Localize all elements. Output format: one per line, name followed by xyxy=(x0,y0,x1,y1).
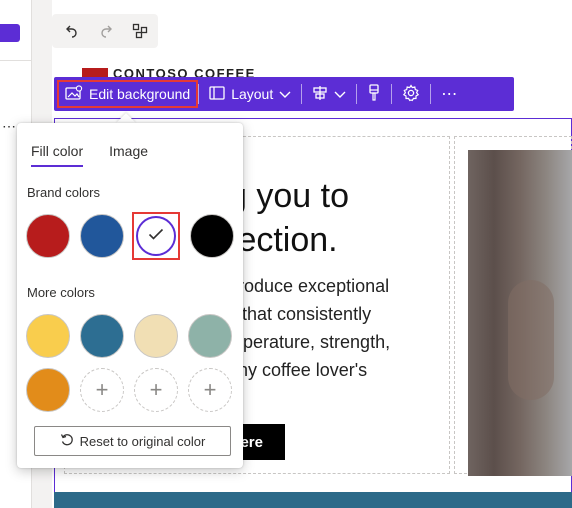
rail-divider xyxy=(0,60,32,61)
layout-label: Layout xyxy=(231,86,274,102)
brand-color-swatch-red[interactable] xyxy=(26,214,70,258)
edit-background-button[interactable]: Edit background xyxy=(57,80,199,108)
reset-icon xyxy=(60,433,74,450)
gear-icon xyxy=(402,83,420,105)
align-icon xyxy=(312,85,328,104)
align-button[interactable] xyxy=(302,77,356,111)
chevron-down-icon xyxy=(279,86,291,102)
plus-icon: + xyxy=(95,377,109,402)
more-icon: ⋯ xyxy=(441,86,459,103)
add-color-button[interactable]: + xyxy=(80,368,124,412)
plus-icon: + xyxy=(149,377,163,402)
brand-colors-label: Brand colors xyxy=(27,185,100,200)
more-color-swatch-orange[interactable] xyxy=(26,368,70,412)
brush-button[interactable] xyxy=(357,77,391,111)
redo-icon[interactable] xyxy=(92,17,120,45)
hero-title[interactable]: g you to fection. xyxy=(228,174,448,262)
section-toolbar: Edit background Layout ⋯ xyxy=(54,77,514,111)
add-color-button[interactable]: + xyxy=(188,368,232,412)
brush-icon xyxy=(367,83,381,105)
brand-color-swatch-blue[interactable] xyxy=(80,214,124,258)
reset-color-button[interactable]: Reset to original color xyxy=(34,426,231,456)
brand-color-swatch-black[interactable] xyxy=(190,214,234,258)
more-options-button[interactable]: ⋯ xyxy=(431,77,468,111)
rail-accent-button[interactable] xyxy=(0,24,20,42)
settings-button[interactable] xyxy=(392,77,430,111)
hero-body[interactable]: produce exceptional s that consistently … xyxy=(228,272,450,384)
chevron-down-icon xyxy=(334,86,346,102)
more-color-swatch-yellow[interactable] xyxy=(26,314,70,358)
brand-color-swatch-white[interactable] xyxy=(136,216,176,256)
popup-tabs: Fill color Image xyxy=(31,143,148,167)
reset-label: Reset to original color xyxy=(79,433,206,449)
add-color-button[interactable]: + xyxy=(134,368,178,412)
more-color-swatch-sage[interactable] xyxy=(188,314,232,358)
plus-icon: + xyxy=(203,377,217,402)
more-colors-label: More colors xyxy=(27,285,95,300)
tab-fill-color[interactable]: Fill color xyxy=(31,143,84,167)
tab-image[interactable]: Image xyxy=(109,143,148,167)
check-icon xyxy=(148,227,164,245)
edit-background-label: Edit background xyxy=(89,86,191,102)
undo-icon[interactable] xyxy=(58,17,86,45)
layout-icon xyxy=(209,85,225,103)
next-section-band[interactable] xyxy=(54,492,572,508)
hero-image[interactable] xyxy=(468,150,572,476)
edit-background-popup: Fill color Image Brand colors More color… xyxy=(17,123,243,468)
undo-toolbar xyxy=(52,14,158,48)
more-color-swatch-teal[interactable] xyxy=(80,314,124,358)
link-icon[interactable] xyxy=(126,17,154,45)
more-color-swatch-cream[interactable] xyxy=(134,314,178,358)
edit-background-icon xyxy=(65,84,83,104)
rail-more-icon[interactable]: ⋯ xyxy=(2,118,17,135)
layout-button[interactable]: Layout xyxy=(199,77,301,111)
